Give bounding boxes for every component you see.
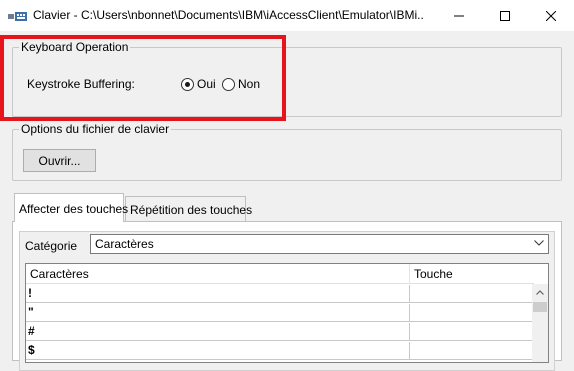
- list-item-key-cell: [409, 285, 410, 303]
- column-separator[interactable]: [409, 264, 410, 284]
- list-item-char: ": [28, 305, 34, 319]
- minimize-icon: [454, 15, 464, 16]
- open-button[interactable]: Ouvrir...: [23, 149, 96, 172]
- list-item-key-cell: [409, 323, 410, 341]
- tab-panel: Catégorie Caractères Caractères Touche !…: [12, 221, 562, 371]
- keyboard-file-options-legend: Options du fichier de clavier: [19, 122, 172, 136]
- key-assignment-box: Catégorie Caractères Caractères Touche !…: [19, 231, 555, 371]
- minimize-button[interactable]: [436, 0, 482, 31]
- tab-repetition-des-touches[interactable]: Répétition des touches: [125, 196, 252, 221]
- category-select-value: Caractères: [95, 237, 154, 251]
- category-select[interactable]: Caractères: [90, 234, 549, 254]
- list-item-char: !: [28, 286, 32, 300]
- scrollbar-thumb[interactable]: [533, 302, 547, 312]
- list-item[interactable]: $: [26, 342, 534, 360]
- list-item-char: #: [28, 324, 35, 338]
- column-header-touche[interactable]: Touche: [414, 267, 453, 281]
- list-item[interactable]: #: [26, 323, 534, 341]
- list-item[interactable]: ": [26, 304, 534, 322]
- maximize-button[interactable]: [482, 0, 528, 31]
- close-icon: [546, 10, 556, 21]
- list-scrollbar[interactable]: [532, 284, 548, 362]
- highlight-annotation-box: [0, 35, 286, 121]
- list-item[interactable]: !: [26, 285, 534, 303]
- chevron-down-icon: [534, 240, 544, 246]
- tab-affecter-des-touches[interactable]: Affecter des touches: [14, 193, 128, 222]
- maximize-icon: [500, 10, 510, 21]
- list-header: Caractères Touche: [26, 264, 534, 284]
- close-button[interactable]: [528, 0, 574, 31]
- scroll-up-arrow-icon[interactable]: [536, 290, 544, 295]
- column-header-caracteres[interactable]: Caractères: [30, 267, 89, 281]
- title-bar: Clavier - C:\Users\nbonnet\Documents\IBM…: [0, 0, 574, 31]
- characters-list[interactable]: Caractères Touche ! " # $: [25, 263, 549, 363]
- list-item-key-cell: [409, 342, 410, 360]
- window-title: Clavier - C:\Users\nbonnet\Documents\IBM…: [33, 8, 423, 22]
- keyboard-app-icon: [8, 12, 27, 21]
- keyboard-file-options-group: Options du fichier de clavier Ouvrir...: [12, 122, 562, 181]
- category-label: Catégorie: [25, 239, 78, 253]
- list-item-key-cell: [409, 304, 410, 322]
